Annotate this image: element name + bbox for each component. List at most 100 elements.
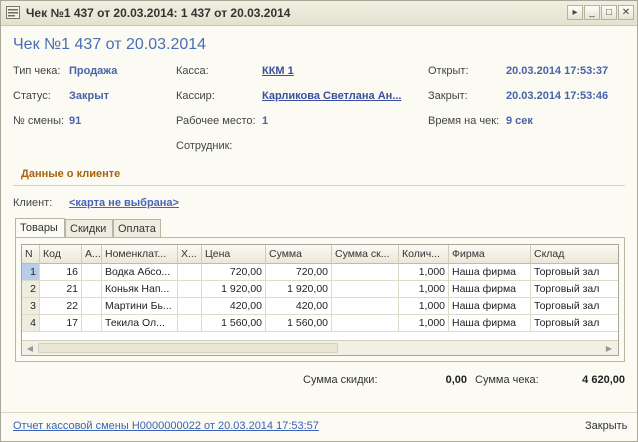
code-cell: 16 (40, 264, 82, 281)
discount-cell (332, 264, 399, 281)
duration-value: 9 сек (506, 115, 533, 127)
discount-cell (332, 298, 399, 315)
scroll-right-icon[interactable]: ▶ (602, 342, 616, 355)
column-header[interactable]: А... (82, 245, 102, 264)
price-cell: 1 920,00 (202, 281, 266, 298)
article-cell (82, 281, 102, 298)
receipt-total-value: 4 620,00 (582, 374, 625, 386)
tab-payment[interactable]: Оплата (113, 219, 161, 237)
qty-cell: 1,000 (399, 298, 449, 315)
code-cell: 17 (40, 315, 82, 332)
shift-report-link[interactable]: Отчет кассовой смены Н0000000022 от 20.0… (13, 420, 319, 432)
column-header[interactable]: Сумма ск... (332, 245, 399, 264)
article-cell (82, 315, 102, 332)
warehouse-cell: Торговый зал (531, 298, 618, 315)
row-number: 2 (22, 281, 40, 298)
menu-arrow-icon[interactable]: ▸ (567, 5, 583, 20)
status-label: Статус: (13, 90, 51, 102)
horizontal-scrollbar[interactable]: ◀ ▶ (22, 340, 618, 355)
opened-value: 20.03.2014 17:53:37 (506, 65, 609, 77)
goods-table[interactable]: N Код А... Номенклат... Х... Цена Сумма … (21, 244, 619, 356)
shift-value: 91 (69, 115, 82, 127)
kassa-label: Касса: (176, 65, 209, 77)
column-header[interactable]: Х... (178, 245, 202, 264)
discount-cell (332, 281, 399, 298)
section-divider (13, 185, 625, 186)
firm-cell: Наша фирма (449, 298, 531, 315)
qty-cell: 1,000 (399, 264, 449, 281)
column-header[interactable]: Код (40, 245, 82, 264)
column-header[interactable]: Фирма (449, 245, 531, 264)
opened-label: Открыт: (428, 65, 469, 77)
firm-cell: Наша фирма (449, 315, 531, 332)
item-cell: Коньяк Нап... (102, 281, 178, 298)
cashier-link[interactable]: Карликова Светлана Ан... (262, 90, 418, 102)
row-number: 4 (22, 315, 40, 332)
code-cell: 22 (40, 298, 82, 315)
goods-panel: N Код А... Номенклат... Х... Цена Сумма … (15, 237, 625, 362)
warehouse-cell: Торговый зал (531, 315, 618, 332)
warehouse-cell: Торговый зал (531, 281, 618, 298)
workplace-value: 1 (262, 115, 269, 127)
shift-label: № смены: (13, 115, 65, 127)
page-title: Чек №1 437 от 20.03.2014 (13, 36, 207, 53)
client-section-title: Данные о клиенте (21, 168, 121, 180)
article-cell (82, 298, 102, 315)
scroll-thumb[interactable] (38, 343, 338, 353)
char-cell (178, 315, 202, 332)
sum-cell: 420,00 (266, 298, 332, 315)
tab-goods[interactable]: Товары (15, 218, 65, 237)
scroll-left-icon[interactable]: ◀ (23, 342, 37, 355)
column-header[interactable]: Колич... (399, 245, 449, 264)
qty-cell: 1,000 (399, 281, 449, 298)
column-header[interactable]: Цена (202, 245, 266, 264)
kassa-link[interactable]: ККМ 1 (262, 65, 294, 77)
item-cell: Текила Ол... (102, 315, 178, 332)
char-cell (178, 298, 202, 315)
close-icon[interactable]: ✕ (618, 5, 634, 20)
sum-cell: 1 560,00 (266, 315, 332, 332)
qty-cell: 1,000 (399, 315, 449, 332)
receipt-app-icon (6, 6, 20, 19)
cashier-label: Кассир: (176, 90, 215, 102)
receipt-window: Чек №1 437 от 20.03.2014: 1 437 от 20.03… (0, 0, 638, 442)
price-cell: 420,00 (202, 298, 266, 315)
tab-discounts[interactable]: Скидки (65, 219, 113, 237)
price-cell: 1 560,00 (202, 315, 266, 332)
item-cell: Мартини Бь... (102, 298, 178, 315)
window-title: Чек №1 437 от 20.03.2014: 1 437 от 20.03… (26, 6, 291, 20)
firm-cell: Наша фирма (449, 264, 531, 281)
column-header[interactable]: Сумма (266, 245, 332, 264)
client-label: Клиент: (13, 197, 53, 209)
sum-cell: 1 920,00 (266, 281, 332, 298)
discount-total-value: 0,00 (445, 374, 467, 386)
maximize-icon[interactable]: □ (601, 5, 617, 20)
minimize-icon[interactable]: _ (584, 5, 600, 20)
article-cell (82, 264, 102, 281)
item-cell: Водка Абсо... (102, 264, 178, 281)
type-label: Тип чека: (13, 65, 61, 77)
column-header[interactable]: Номенклат... (102, 245, 178, 264)
closed-label: Закрыт: (428, 90, 468, 102)
receipt-total-label: Сумма чека: (475, 374, 539, 386)
workplace-label: Рабочее место: (176, 115, 256, 127)
discount-total-label: Сумма скидки: (303, 374, 378, 386)
close-button[interactable]: Закрыть (585, 420, 627, 432)
discount-cell (332, 315, 399, 332)
column-header[interactable]: N (22, 245, 40, 264)
column-header[interactable]: Склад (531, 245, 618, 264)
sum-cell: 720,00 (266, 264, 332, 281)
closed-value: 20.03.2014 17:53:46 (506, 90, 609, 102)
char-cell (178, 281, 202, 298)
char-cell (178, 264, 202, 281)
row-number: 3 (22, 298, 40, 315)
duration-label: Время на чек: (428, 115, 500, 127)
title-bar[interactable]: Чек №1 437 от 20.03.2014: 1 437 от 20.03… (1, 1, 637, 26)
type-value: Продажа (69, 65, 118, 77)
status-value: Закрыт (69, 90, 110, 102)
code-cell: 21 (40, 281, 82, 298)
firm-cell: Наша фирма (449, 281, 531, 298)
client-link[interactable]: <карта не выбрана> (69, 197, 179, 209)
row-number: 1 (22, 264, 40, 281)
employee-label: Сотрудник: (176, 140, 233, 152)
